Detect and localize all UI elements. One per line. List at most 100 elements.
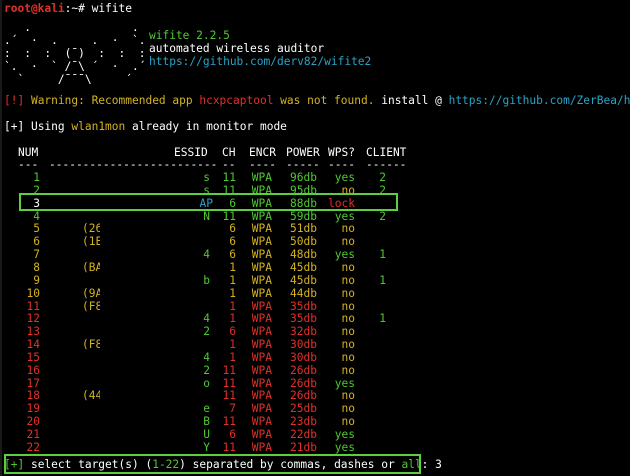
cell-power: 44db: [290, 286, 317, 300]
cell-ch: 1: [229, 312, 236, 326]
cell-power: 35db: [290, 312, 317, 326]
cell-power: 45db: [290, 273, 317, 287]
cell-encr: WPA: [251, 402, 272, 416]
logo-art-line-4: `. · ` /¯\ ´ · .´: [4, 60, 146, 73]
warning-text-b: was not found.: [273, 94, 382, 107]
cell-essid: 4: [203, 350, 210, 364]
cell-num: 13: [26, 325, 40, 339]
sep-num: ---: [18, 158, 39, 171]
cell-power: 23db: [290, 415, 317, 429]
select-prompt-highlight: [4, 454, 421, 474]
cell-power: 26db: [290, 376, 317, 390]
cell-essid: N: [203, 209, 210, 223]
cell-essid: 4: [203, 248, 210, 262]
terminal-window[interactable]: root@kali:~# wifite . . .´ · . . · `. : …: [0, 0, 630, 476]
select-input-value[interactable]: 3: [435, 458, 442, 471]
cell-encr: WPA: [251, 363, 272, 377]
cell-essid: B: [203, 415, 210, 429]
sep-ch: --: [222, 158, 236, 171]
cell-essid: b: [203, 273, 210, 287]
cell-encr: WPA: [251, 325, 272, 339]
logo-art-line-1: . .: [4, 21, 139, 34]
cell-num: 18: [26, 389, 40, 403]
cell-encr: WPA: [251, 209, 272, 223]
cell-num: 6: [33, 235, 40, 249]
cell-client: 1: [379, 312, 386, 326]
cell-wps: no: [341, 415, 355, 429]
cell-ch: 11: [222, 171, 236, 184]
cell-ch: 1: [229, 299, 236, 313]
cell-ch: 6: [229, 222, 236, 236]
cell-ch: 1: [229, 286, 236, 300]
cell-wps: no: [341, 235, 355, 249]
cell-client: 1: [379, 273, 386, 287]
cell-power: 51db: [290, 222, 317, 236]
monitor-text-b: already in monitor mode: [125, 120, 287, 133]
cell-encr: WPA: [251, 235, 272, 249]
cell-wps: no: [341, 273, 355, 287]
cell-num: 15: [26, 350, 40, 364]
cell-wps: no: [341, 350, 355, 364]
selected-target-highlight: [19, 193, 398, 211]
table-separator-row: --- ------------------------- -- ---- --…: [0, 158, 630, 171]
cell-encr: WPA: [251, 299, 272, 313]
shell-prompt-line: root@kali:~# wifite: [4, 2, 132, 15]
cell-power: 35db: [290, 299, 317, 313]
app-subtitle: automated wireless auditor: [149, 42, 325, 55]
warning-text-a: Warning: Recommended app: [24, 94, 200, 107]
app-url: https://github.com/derv82/wifite2: [149, 55, 372, 68]
cell-wps: yes: [334, 428, 355, 441]
prompt-command: wifite: [91, 2, 132, 15]
warning-line: [!] Warning: Recommended app hcxpcaptool…: [4, 94, 630, 107]
monitor-interface: wlan1mon: [71, 120, 126, 133]
cell-num: 4: [33, 209, 40, 223]
table-row: 18 (44: 11 WPA 26db no: [0, 389, 630, 402]
table-row: 14 (F8: 1 WPA 30db no: [0, 338, 630, 351]
cell-ch: 6: [229, 235, 236, 249]
cell-ch: 11: [222, 440, 236, 454]
cell-client: 2: [379, 209, 386, 223]
cell-num: 7: [33, 248, 40, 262]
cell-ch: 11: [222, 209, 236, 223]
cell-wps: no: [341, 299, 355, 313]
cell-power: 22db: [290, 428, 317, 441]
cell-encr: WPA: [251, 286, 272, 300]
cell-ch: 6: [229, 428, 236, 441]
cell-power: 59db: [290, 209, 317, 223]
cell-ch: 11: [222, 376, 236, 390]
prompt-separator: :~#: [64, 2, 92, 15]
cell-essid: e: [203, 402, 210, 416]
warning-install-url: https://github.com/ZerBea/hcxtools: [448, 94, 630, 107]
cell-wps: no: [341, 338, 355, 352]
cell-essid: 2: [203, 325, 210, 339]
cell-encr: WPA: [251, 260, 272, 274]
cell-wps: yes: [334, 440, 355, 454]
cell-ch: 1: [229, 338, 236, 352]
table-row: 7 4 6 WPA 48db yes 1: [0, 248, 630, 261]
cell-encr: WPA: [251, 415, 272, 429]
cell-num: 17: [26, 376, 40, 390]
logo-art-line-3: : : : (¯) : : :: [4, 47, 146, 60]
sep-encr: ----: [249, 158, 276, 171]
cell-power: 25db: [290, 402, 317, 416]
cell-client: 1: [379, 248, 386, 262]
cell-num: 22: [26, 440, 40, 454]
table-row: 12 4 1 WPA 35db no 1: [0, 312, 630, 325]
table-row: 21 U 6 WPA 22db yes: [0, 428, 630, 441]
cell-wps: no: [341, 312, 355, 326]
table-row: 8 (BA: 1 WPA 45db no: [0, 261, 630, 274]
cell-wps: yes: [334, 248, 355, 262]
table-row: 6 (1E: 6 WPA 50db no: [0, 235, 630, 248]
cell-power: 96db: [290, 171, 317, 184]
cell-wps: no: [341, 286, 355, 300]
cell-encr: WPA: [251, 248, 272, 262]
cell-wps: no: [341, 260, 355, 274]
cell-num: 5: [33, 222, 40, 236]
cell-encr: WPA: [251, 312, 272, 326]
cell-essid: 4: [203, 312, 210, 326]
cell-num: 14: [26, 338, 40, 352]
app-name-version: wifite 2.2.5: [149, 29, 230, 42]
cell-wps: yes: [334, 209, 355, 223]
cell-essid: s: [203, 171, 210, 184]
cell-num: 8: [33, 260, 40, 274]
